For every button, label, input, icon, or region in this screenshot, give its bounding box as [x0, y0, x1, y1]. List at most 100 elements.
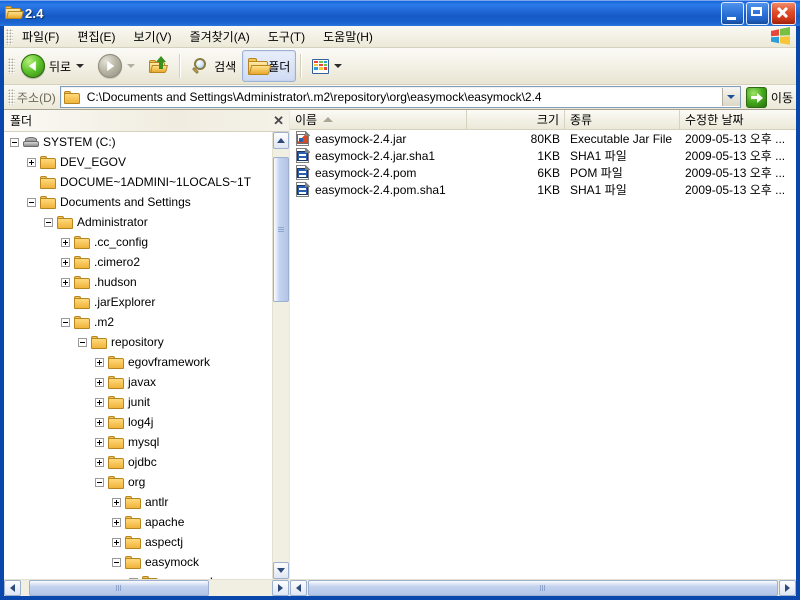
file-modified: 2009-05-13 오후 ... [680, 130, 796, 147]
collapse-icon[interactable] [61, 318, 70, 327]
tree-node[interactable]: javax [4, 372, 272, 392]
tree-node-label: antlr [145, 495, 168, 509]
back-dropdown-icon[interactable] [76, 64, 84, 68]
folders-scroll-track[interactable] [273, 149, 289, 562]
expand-icon[interactable] [27, 158, 36, 167]
list-scroll-right-icon[interactable] [779, 580, 796, 596]
address-input[interactable]: C:\Documents and Settings\Administrator\… [60, 86, 741, 108]
tree-node[interactable]: SYSTEM (C:) [4, 132, 272, 152]
column-header[interactable]: 크기 [467, 110, 565, 129]
menu-tools[interactable]: 도구(T) [259, 26, 314, 47]
scroll-down-icon[interactable] [273, 562, 289, 579]
tree-node[interactable]: repository [4, 332, 272, 352]
file-row[interactable]: easymock-2.4.pom6KBPOM 파일2009-05-13 오후 .… [290, 164, 796, 181]
tree-node[interactable]: DOCUME~1ADMINI~1LOCALS~1T [4, 172, 272, 192]
expand-icon[interactable] [95, 358, 104, 367]
tree-node[interactable]: ojdbc [4, 452, 272, 472]
close-icon[interactable]: ✕ [273, 114, 284, 127]
up-button[interactable] [143, 50, 175, 82]
scroll-up-icon[interactable] [273, 132, 289, 149]
address-gripper[interactable] [8, 89, 15, 105]
list-hscroll-track[interactable] [307, 580, 779, 596]
toolbar-gripper[interactable] [8, 58, 15, 74]
expand-icon[interactable] [95, 458, 104, 467]
menu-gripper[interactable] [6, 29, 13, 45]
collapse-icon[interactable] [44, 218, 53, 227]
folder-icon [74, 276, 90, 289]
collapse-icon[interactable] [112, 558, 121, 567]
file-row[interactable]: easymock-2.4.jar.sha11KBSHA1 파일2009-05-1… [290, 147, 796, 164]
folders-scroll-thumb[interactable] [273, 157, 289, 302]
tree-node[interactable]: .m2 [4, 312, 272, 332]
maximize-button[interactable] [746, 2, 769, 25]
menu-view[interactable]: 보기(V) [124, 26, 180, 47]
tree-node[interactable]: Administrator [4, 212, 272, 232]
tree-node[interactable]: junit [4, 392, 272, 412]
folder-icon [108, 456, 124, 469]
column-header[interactable]: 수정한 날짜 [680, 110, 796, 129]
minimize-button[interactable] [721, 2, 744, 25]
expand-icon[interactable] [61, 238, 70, 247]
go-arrow-icon [746, 87, 767, 108]
tree-node[interactable]: org [4, 472, 272, 492]
folders-pane: 폴더 ✕ SYSTEM (C:)DEV_EGOVDOCUME~1ADMINI~1… [4, 110, 290, 596]
address-dropdown-icon[interactable] [722, 88, 740, 106]
column-header[interactable]: 종류 [565, 110, 680, 129]
tree-node[interactable]: easymock [4, 552, 272, 572]
expand-icon[interactable] [95, 398, 104, 407]
collapse-icon[interactable] [10, 138, 19, 147]
list-scroll-left-icon[interactable] [290, 580, 307, 596]
scroll-right-icon[interactable] [272, 580, 289, 596]
folder-icon [108, 376, 124, 389]
views-dropdown-icon[interactable] [334, 64, 342, 68]
expand-icon[interactable] [95, 438, 104, 447]
list-hscroll-thumb[interactable] [308, 580, 778, 596]
file-row[interactable]: easymock-2.4.jar80KBExecutable Jar File2… [290, 130, 796, 147]
tree-node[interactable]: easymock [4, 572, 272, 579]
folders-tree-vertical-scrollbar[interactable] [272, 132, 289, 579]
folders-button[interactable]: 폴더 [242, 50, 296, 82]
menu-file[interactable]: 파일(F) [13, 26, 68, 47]
tree-node[interactable]: egovframework [4, 352, 272, 372]
tree-node[interactable]: .cimero2 [4, 252, 272, 272]
menu-favorites[interactable]: 즐겨찾기(A) [181, 26, 259, 47]
expand-icon[interactable] [95, 378, 104, 387]
search-button[interactable]: 검색 [185, 50, 242, 82]
scroll-left-icon[interactable] [4, 580, 21, 596]
column-header[interactable]: 이름 [290, 110, 467, 129]
tree-node[interactable]: aspectj [4, 532, 272, 552]
expand-icon[interactable] [112, 498, 121, 507]
expand-icon[interactable] [61, 278, 70, 287]
collapse-icon[interactable] [27, 198, 36, 207]
expand-icon[interactable] [95, 418, 104, 427]
tree-node[interactable]: DEV_EGOV [4, 152, 272, 172]
menu-help[interactable]: 도움말(H) [314, 26, 382, 47]
folders-hscroll-track[interactable] [21, 580, 272, 596]
go-button[interactable]: 이동 [743, 87, 796, 108]
tree-node[interactable]: .cc_config [4, 232, 272, 252]
tree-node[interactable]: log4j [4, 412, 272, 432]
tree-node[interactable]: apache [4, 512, 272, 532]
views-button[interactable] [306, 50, 350, 82]
folders-tree-horizontal-scrollbar[interactable] [4, 579, 289, 596]
folder-icon [108, 356, 124, 369]
tree-node[interactable]: .jarExplorer [4, 292, 272, 312]
tree-node[interactable]: .hudson [4, 272, 272, 292]
tree-node[interactable]: Documents and Settings [4, 192, 272, 212]
close-button[interactable] [771, 2, 796, 25]
folders-hscroll-thumb[interactable] [29, 580, 209, 596]
tree-node[interactable]: mysql [4, 432, 272, 452]
file-list-horizontal-scrollbar[interactable] [290, 579, 796, 596]
expand-icon[interactable] [112, 538, 121, 547]
menu-edit[interactable]: 편집(E) [68, 26, 124, 47]
tree-node-label: apache [145, 515, 184, 529]
forward-button[interactable] [92, 50, 143, 82]
back-button[interactable]: 뒤로 [15, 50, 92, 82]
collapse-icon[interactable] [95, 478, 104, 487]
collapse-icon[interactable] [78, 338, 87, 347]
expand-icon[interactable] [112, 518, 121, 527]
tree-node[interactable]: antlr [4, 492, 272, 512]
expand-icon[interactable] [61, 258, 70, 267]
collapse-icon[interactable] [129, 578, 138, 580]
file-row[interactable]: easymock-2.4.pom.sha11KBSHA1 파일2009-05-1… [290, 181, 796, 198]
